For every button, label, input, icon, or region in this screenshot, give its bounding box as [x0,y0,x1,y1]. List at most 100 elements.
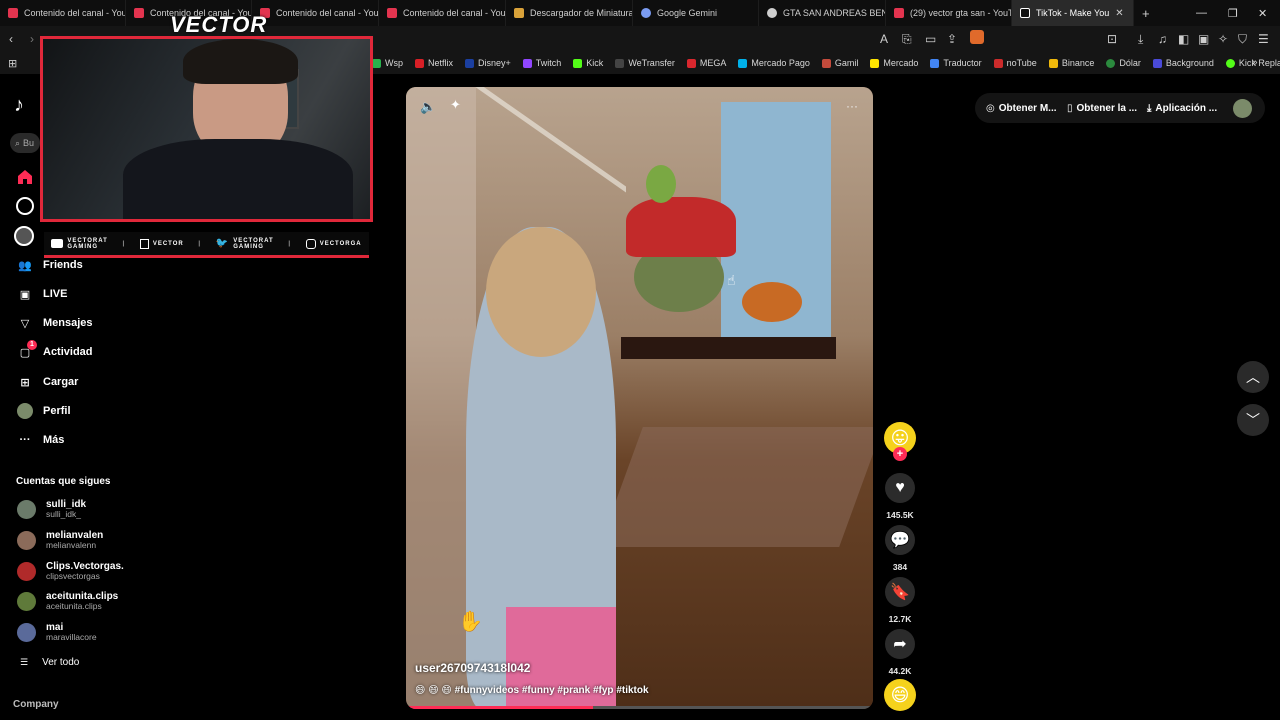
next-video-button[interactable]: ﹀ [1237,404,1269,436]
cast-icon[interactable]: ▭ [925,32,936,46]
video-progress-track[interactable] [406,706,873,709]
twitch-icon [522,58,532,68]
browser-tab[interactable]: (29) vector gta san - YouT [886,0,1012,26]
social-youtube: VECTORAT GAMING [51,238,107,250]
twitch-icon [139,238,149,249]
following-item[interactable]: mai maravillacore [17,622,97,642]
volume-icon[interactable]: 🔈 [420,99,436,115]
bookmark-traductor[interactable]: Traductor [930,58,982,68]
home-icon[interactable] [16,168,34,186]
company-link[interactable]: Company [13,699,59,710]
browser-tab-active[interactable]: TikTok - Make You ✕ [1012,0,1134,26]
mail-icon [821,58,831,68]
activity-badge: 1 [27,340,37,350]
video-flowers [742,282,802,322]
follow-plus-icon[interactable]: + [893,447,907,461]
creator-avatar[interactable]: 😛 + [884,422,916,461]
get-app-button[interactable]: ▯ Obtener la ... [1067,96,1137,120]
music-icon[interactable]: ♫ [1158,32,1167,46]
translate-icon [930,58,940,68]
browser-tab[interactable]: GTA SAN ANDREAS BEN [759,0,886,26]
bookmark-mercado[interactable]: Mercado [870,58,918,68]
desktop-app-button[interactable]: ⤓ Aplicación ... [1147,96,1217,120]
menu-icon[interactable]: ☰ [1258,32,1269,46]
share-arrow-icon: ➦ [885,629,915,659]
bookmark-binance[interactable]: Binance [1048,58,1094,68]
avatar [17,591,36,611]
youtube-icon [894,8,904,18]
forward-icon[interactable]: › [30,32,34,46]
reader-icon[interactable]: ⎘ [902,32,912,47]
gemini-icon [641,8,651,18]
browser-tab[interactable]: Contenido del canal - You [379,0,506,26]
bookmark-notube[interactable]: noTube [993,58,1037,68]
sound-disc[interactable]: 😄 [884,679,916,711]
translate-icon[interactable]: A [880,32,888,46]
share-button[interactable]: ➦ 44.2K [884,629,916,676]
sidebar-item-more[interactable]: ··· Más [16,431,65,449]
brave-shields-icon[interactable] [970,30,984,44]
close-window-icon[interactable]: ✕ [1258,0,1267,26]
user-avatar[interactable] [1233,99,1252,118]
video-player[interactable]: 🔈 ✦ ··· ✋ user2670974318l042 😄 😄 😄 #funn… [406,87,873,709]
following-item[interactable]: Clips.Vectorgas. clipsvectorgas [17,561,124,581]
following-item[interactable]: melianvalen melianvalenn [17,530,103,550]
bookmark-wetransfer[interactable]: WeTransfer [615,58,675,68]
sidebar-toggle-icon[interactable]: ◧ [1178,32,1189,46]
bookmark-mega[interactable]: MEGA [686,58,726,68]
sidebar-item-friends[interactable]: 👥 Friends [16,256,83,274]
extensions-icon[interactable]: ✧ [1218,32,1228,46]
new-tab-button[interactable]: + [1134,0,1164,26]
whatsapp-icon [372,58,381,68]
minimize-icon[interactable]: — [1196,0,1207,26]
like-button[interactable]: ♥ 145.5K [884,473,916,520]
previous-video-button[interactable]: ︿ [1237,361,1269,393]
apps-grid-icon[interactable]: ⊞ [8,57,17,70]
save-button[interactable]: 🔖 12.7K [884,577,916,624]
streamer-hair [183,39,298,84]
sparkle-icon[interactable]: ✦ [450,97,461,113]
sidebar-item-messages[interactable]: ▽ Mensajes [16,314,93,332]
bookmark-netflix[interactable]: Netflix [415,58,453,68]
thumbnail-downloader-icon [514,8,524,18]
bookmark-background[interactable]: Background [1152,58,1214,68]
browser-tab[interactable]: Google Gemini [633,0,759,26]
see-all-link[interactable]: ☰ Ver todo [20,657,79,668]
browser-tab[interactable]: Contenido del canal - You [252,0,379,26]
comment-button[interactable]: 💬 384 [884,525,916,572]
bookmark-mercado-pago[interactable]: Mercado Pago [738,58,810,68]
restore-icon[interactable]: ❐ [1228,0,1238,26]
close-tab-icon[interactable]: ✕ [1115,8,1123,19]
video-more-button[interactable]: ··· [846,99,858,113]
wallet-icon[interactable]: ▣ [1198,32,1209,46]
bookmark-twitch[interactable]: Twitch [522,58,561,68]
tab-search-icon[interactable]: ⊡ [1107,32,1117,46]
get-coins-button[interactable]: ◎ Obtener M... [986,96,1057,120]
comment-icon: 💬 [885,525,915,555]
sidebar-item-profile[interactable]: Perfil [16,402,71,420]
following-item[interactable]: aceitunita.clips aceitunita.clips [17,591,118,611]
search-input[interactable]: ⌕ Bu [10,133,40,153]
bookmark-gamil[interactable]: Gamil [821,58,858,68]
sidebar-item-upload[interactable]: ⊞ Cargar [16,373,78,391]
following-item[interactable]: sulli_idk sulli_idk_ [17,499,86,519]
bookmark-dolar[interactable]: Dólar [1106,58,1141,68]
sidebar-item-live[interactable]: ▣ LIVE [16,285,68,303]
bookmarks-overflow-icon[interactable]: » [1252,57,1258,68]
share-icon[interactable]: ⇪ [947,32,957,46]
youtube-studio-icon [8,8,18,18]
explore-icon[interactable] [16,197,34,215]
bookmark-kick[interactable]: Kick [573,58,603,68]
tiktok-logo-icon[interactable]: ♪ [14,94,24,117]
back-icon[interactable]: ‹ [9,32,13,46]
following-avatar-icon[interactable] [14,226,34,246]
vpn-icon[interactable]: ⛉ [1238,32,1247,47]
browser-tab[interactable]: Descargador de Miniatura [506,0,633,26]
bookmark-disney[interactable]: Disney+ [465,58,511,68]
sidebar-item-activity[interactable]: ▢ 1 Actividad [16,340,93,361]
browser-tab[interactable]: Contenido del canal - You [0,0,126,26]
bookmark-wsp[interactable]: Wsp [372,58,403,68]
downloads-icon[interactable]: ⤓ [1138,32,1143,47]
video-username[interactable]: user2670974318l042 [415,661,530,675]
upload-icon: ⊞ [20,376,30,389]
